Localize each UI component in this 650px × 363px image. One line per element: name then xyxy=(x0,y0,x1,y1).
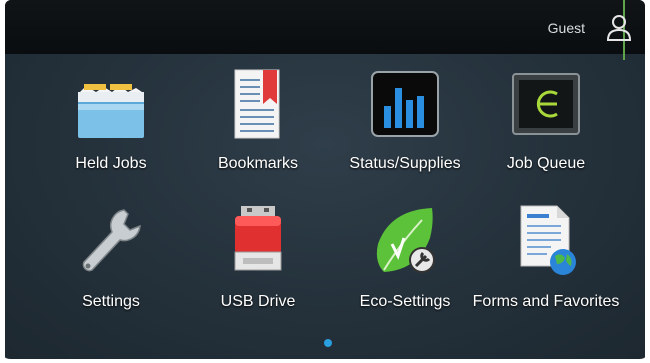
tile-held-jobs[interactable]: Held Jobs xyxy=(41,64,181,214)
tile-status-supplies[interactable]: Status/Supplies xyxy=(335,64,475,214)
usb-drive-icon xyxy=(234,206,282,271)
tile-bookmarks[interactable]: Bookmarks xyxy=(188,64,328,214)
forms-globe-icon xyxy=(520,205,576,275)
tile-forms-favorites[interactable]: Forms and Favorites xyxy=(473,204,619,354)
job-queue-monitor-icon xyxy=(512,73,580,135)
bar-chart-icon xyxy=(371,71,439,137)
tile-label-job-queue: Job Queue xyxy=(506,155,586,172)
tile-job-queue[interactable]: Job Queue xyxy=(476,64,616,214)
user-name-label: Guest xyxy=(547,20,585,36)
tile-settings[interactable]: Settings xyxy=(41,204,181,354)
tile-label-forms-favorites: Forms and Favorites xyxy=(472,293,620,310)
tile-label-usb-drive: USB Drive xyxy=(220,293,296,310)
bookmark-document-icon xyxy=(234,69,280,139)
wrench-icon xyxy=(82,209,141,272)
tile-label-settings: Settings xyxy=(82,293,140,310)
tile-label-held-jobs: Held Jobs xyxy=(75,155,147,172)
top-bar: Guest xyxy=(5,0,645,60)
tile-label-status-supplies: Status/Supplies xyxy=(349,155,461,172)
eco-leaf-icon xyxy=(376,208,435,273)
tile-eco-settings[interactable]: Eco-Settings xyxy=(335,204,475,354)
folder-icon xyxy=(78,84,144,138)
tile-label-bookmarks: Bookmarks xyxy=(217,155,299,172)
user-account-button[interactable] xyxy=(601,10,637,44)
person-icon xyxy=(606,15,632,41)
tile-label-eco-settings: Eco-Settings xyxy=(359,293,451,310)
tile-usb-drive[interactable]: USB Drive xyxy=(188,204,328,354)
page-indicator-dot xyxy=(324,339,332,347)
home-screen: Guest Held Jobs Bookmarks Status/Supplie… xyxy=(5,0,645,363)
